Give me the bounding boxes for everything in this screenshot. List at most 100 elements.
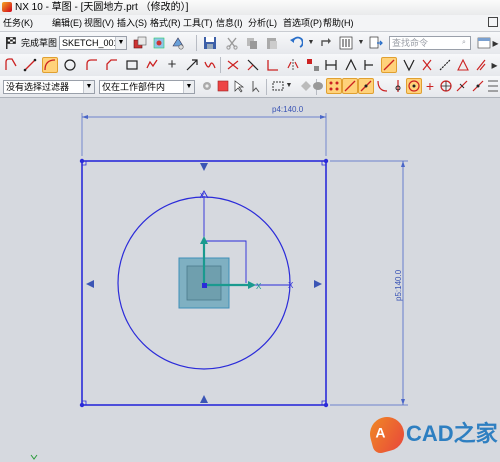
menu-task[interactable]: 任务(K) (3, 17, 33, 29)
menu-bar: 任务(K) 编辑(E) 视图(V) 插入(S) 格式(R) 工具(T) 信息(I… (0, 15, 500, 32)
design-feature-icon[interactable] (361, 57, 377, 73)
sketch-curve-toolbar: + ▸ (0, 54, 500, 77)
menu-insert[interactable]: 插入(S) (117, 17, 147, 29)
animate-dimension-icon[interactable] (473, 57, 489, 73)
undo-dropdown-chevron-icon[interactable]: ▼ (303, 35, 319, 51)
orient-view-icon[interactable] (132, 35, 148, 51)
vertex-point[interactable] (323, 402, 329, 408)
chevron-down-icon: ▼ (83, 81, 94, 93)
horizontal-dimension-label[interactable]: p4:140.0 (272, 105, 304, 114)
bounded-grid-snap-icon[interactable] (486, 78, 500, 94)
repeat-command-icon[interactable] (318, 35, 334, 51)
continuous-auto-dimension-icon[interactable] (381, 57, 397, 73)
search-icon[interactable]: ⌕ (458, 37, 470, 49)
vertex-point[interactable] (323, 158, 329, 164)
arc-icon[interactable] (42, 57, 58, 73)
toolbar-more-chevron-icon[interactable]: ▸ (489, 57, 500, 73)
vertex-point[interactable] (79, 158, 85, 164)
auto-constrain-icon[interactable] (401, 57, 417, 73)
nx-app-icon (2, 2, 12, 12)
rectangle-icon[interactable] (124, 57, 140, 73)
sketch-name-select[interactable]: SKETCH_001 ▼ (59, 36, 127, 50)
quadrant-snap-icon[interactable] (438, 78, 454, 94)
vertical-dimension[interactable]: p5:140.0 (330, 160, 408, 406)
vertical-dimension-label[interactable]: p5:140.0 (394, 269, 403, 301)
mid-point-snap-icon[interactable] (358, 78, 374, 94)
profile-icon[interactable] (3, 57, 19, 73)
undo-icon[interactable] (288, 35, 304, 51)
save-icon[interactable] (202, 35, 218, 51)
filter-settings-icon[interactable] (199, 78, 215, 94)
center-point-snap-icon[interactable] (406, 78, 422, 94)
menu-analysis[interactable]: 分析(L) (248, 17, 277, 29)
horizontal-dimension[interactable]: p4:140.0 (81, 105, 327, 156)
toolbar-separator (196, 35, 197, 51)
finish-sketch-flag-icon[interactable] (3, 35, 19, 51)
chamfer-icon[interactable] (104, 57, 120, 73)
quick-trim-icon[interactable] (225, 57, 241, 73)
studio-spline-icon[interactable] (202, 57, 218, 73)
standard-toolbar: 完成草图 SKETCH_001 ▼ ▼ ▼ 查找命令 ⌕ ▸ (0, 32, 500, 55)
control-point-snap-icon[interactable] (374, 78, 390, 94)
command-search-placeholder: 查找命令 (392, 38, 429, 48)
make-corner-icon[interactable] (265, 57, 281, 73)
menu-view[interactable]: 视图(V) (84, 17, 114, 29)
csys-y-arrow-icon (200, 236, 208, 244)
chevron-down-icon[interactable]: ▼ (284, 78, 294, 94)
quick-extend-icon[interactable] (245, 57, 261, 73)
intersection-snap-icon[interactable] (390, 78, 406, 94)
point-icon[interactable]: + (164, 57, 180, 73)
menu-help[interactable]: 帮助(H) (323, 17, 354, 29)
chevron-down-icon: ▼ (183, 81, 194, 93)
deselect-all-icon[interactable] (249, 78, 265, 94)
menu-preferences[interactable]: 首选项(P) (283, 17, 322, 29)
polygon-icon[interactable] (144, 57, 160, 73)
finish-sketch-button[interactable]: 完成草图 (21, 37, 57, 49)
toolbar-separator (220, 57, 221, 73)
view-triad-marker (30, 454, 38, 460)
toolbar-more-chevron-icon[interactable]: ▸ (491, 35, 500, 51)
copy-icon[interactable] (244, 35, 260, 51)
offset-curve-icon[interactable] (184, 57, 200, 73)
line-icon[interactable] (22, 57, 38, 73)
selection-scope-select[interactable]: 仅在工作部件内 ▼ (99, 80, 195, 94)
command-search-input[interactable]: 查找命令 ⌕ (389, 36, 471, 50)
window-title: NX 10 - 草图 - [天圆地方.prt （修改的）] (15, 2, 189, 13)
csys-handle[interactable]: X (178, 236, 262, 309)
csys-origin-point[interactable] (202, 283, 207, 288)
vertex-point[interactable] (79, 402, 85, 408)
existing-point-snap-icon[interactable]: + (422, 78, 438, 94)
menu-tools[interactable]: 工具(T) (183, 17, 213, 29)
snap-point-enable-icon[interactable] (326, 78, 342, 94)
window-layout-icon[interactable] (476, 35, 492, 51)
csys-x-label: X (256, 282, 262, 291)
menu-info[interactable]: 信息(I) (216, 17, 243, 29)
geometric-constraint-icon[interactable] (343, 57, 359, 73)
point-on-surface-snap-icon[interactable] (470, 78, 486, 94)
circle-icon[interactable] (62, 57, 78, 73)
paste-icon[interactable] (264, 35, 280, 51)
menu-format[interactable]: 格式(R) (150, 17, 181, 29)
show-constraints-icon[interactable] (419, 57, 435, 73)
select-mode-icon[interactable] (231, 78, 247, 94)
mirror-curve-icon[interactable] (285, 57, 301, 73)
type-filter-select[interactable]: 没有选择过滤器 ▼ (3, 80, 95, 94)
convert-reference-icon[interactable] (437, 57, 453, 73)
window-restore-icon[interactable] (488, 17, 498, 27)
command-finder-icon[interactable] (338, 35, 354, 51)
graphics-canvas[interactable]: p4:140.0 p5:140.0 Y X X (0, 97, 500, 462)
rapid-dimension-icon[interactable] (323, 57, 339, 73)
alternate-solution-icon[interactable] (455, 57, 471, 73)
end-point-snap-icon[interactable] (342, 78, 358, 94)
menu-edit[interactable]: 编辑(E) (52, 17, 82, 29)
chevron-down-icon[interactable]: ▼ (353, 35, 369, 51)
update-model-icon[interactable] (170, 35, 186, 51)
select-all-icon[interactable] (215, 78, 231, 94)
point-on-curve-snap-icon[interactable] (454, 78, 470, 94)
fillet-icon[interactable] (84, 57, 100, 73)
solid-body-icon[interactable] (310, 78, 326, 94)
window-switch-icon[interactable] (368, 35, 384, 51)
reattach-icon[interactable] (151, 35, 167, 51)
pattern-curve-icon[interactable] (305, 57, 321, 73)
cut-icon[interactable] (224, 35, 240, 51)
